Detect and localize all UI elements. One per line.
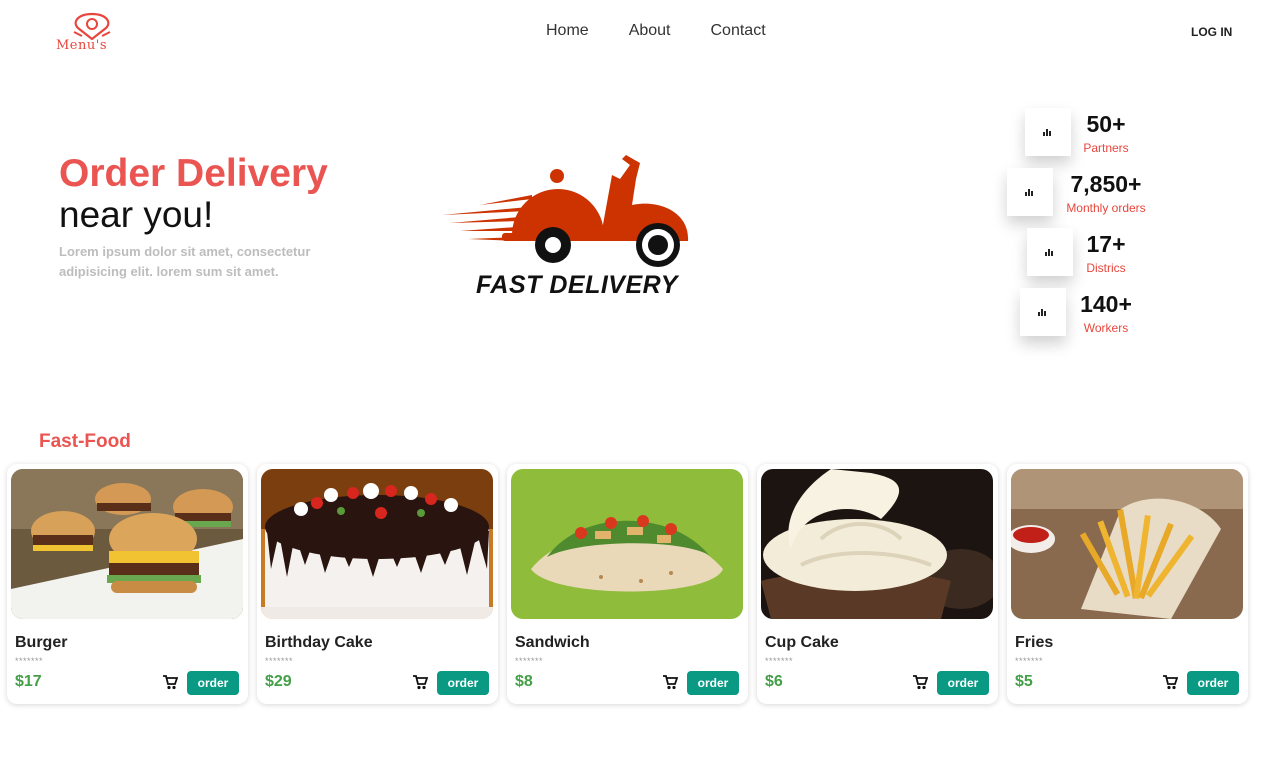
hero-subtitle: near you! bbox=[59, 194, 214, 235]
login-link[interactable]: LOG IN bbox=[1191, 25, 1232, 39]
food-card-burger[interactable]: Burger ******* $17 order bbox=[7, 464, 248, 704]
food-price: $17 bbox=[15, 673, 42, 690]
food-price: $8 bbox=[515, 673, 533, 690]
cart-icon[interactable] bbox=[662, 675, 678, 690]
food-price: $6 bbox=[765, 673, 783, 690]
logo-text-value: Menu's bbox=[56, 38, 107, 53]
order-button[interactable]: order bbox=[937, 671, 989, 695]
food-card-cup-cake[interactable]: Cup Cake ******* $6 order bbox=[757, 464, 998, 704]
main-nav: Home About Contact bbox=[546, 22, 766, 40]
sandwich-image bbox=[511, 469, 743, 619]
nav-about[interactable]: About bbox=[629, 22, 671, 40]
stat-label-districts: Districs bbox=[1086, 261, 1126, 275]
food-card-sandwich[interactable]: Sandwich ******* $8 order bbox=[507, 464, 748, 704]
order-button[interactable]: order bbox=[687, 671, 739, 695]
food-name: Burger bbox=[15, 634, 68, 651]
food-rating: ******* bbox=[265, 656, 294, 666]
food-card-fries[interactable]: Fries ******* $5 order bbox=[1007, 464, 1248, 704]
location-pin-icon bbox=[73, 12, 111, 40]
cart-icon[interactable] bbox=[912, 675, 928, 690]
food-name: Birthday Cake bbox=[265, 634, 373, 651]
order-button[interactable]: order bbox=[187, 671, 239, 695]
food-card-birthday-cake[interactable]: Birthday Cake ******* $29 order bbox=[257, 464, 498, 704]
food-rating: ******* bbox=[15, 656, 44, 666]
food-name: Fries bbox=[1015, 634, 1054, 651]
delivery-scooter-icon bbox=[442, 155, 689, 267]
section-title-fast-food: Fast-Food bbox=[39, 431, 131, 452]
fast-delivery-label: FAST DELIVERY bbox=[476, 271, 678, 299]
food-price: $5 bbox=[1015, 673, 1033, 690]
brand-logo[interactable]: Menu's bbox=[56, 12, 128, 54]
fries-image bbox=[1011, 469, 1243, 619]
cart-icon[interactable] bbox=[162, 675, 178, 690]
birthday-cake-image bbox=[261, 469, 493, 619]
order-button[interactable]: order bbox=[437, 671, 489, 695]
stat-value-monthly-orders: 7,850+ bbox=[1070, 171, 1142, 197]
nav-contact[interactable]: Contact bbox=[711, 22, 766, 40]
food-rating: ******* bbox=[515, 656, 544, 666]
stat-value-workers: 140+ bbox=[1080, 291, 1132, 317]
food-rating: ******* bbox=[1015, 656, 1044, 666]
food-name: Cup Cake bbox=[765, 634, 839, 651]
burger-image bbox=[11, 469, 243, 619]
food-name: Sandwich bbox=[515, 634, 590, 651]
food-rating: ******* bbox=[765, 656, 794, 666]
stat-label-partners: Partners bbox=[1083, 141, 1129, 155]
order-button[interactable]: order bbox=[1187, 671, 1239, 695]
nav-home[interactable]: Home bbox=[546, 22, 589, 40]
stat-value-districts: 17+ bbox=[1086, 231, 1126, 257]
hero-title: Order Delivery bbox=[59, 152, 328, 195]
cart-icon[interactable] bbox=[412, 675, 428, 690]
food-price: $29 bbox=[265, 673, 292, 690]
hero-description: Lorem ipsum dolor sit amet, consectetur … bbox=[59, 244, 311, 279]
cup-cake-image bbox=[761, 469, 993, 619]
fast-delivery-illustration: FAST DELIVERY bbox=[440, 145, 700, 305]
logo-text: Menu's bbox=[56, 38, 107, 53]
stat-value-partners: 50+ bbox=[1086, 111, 1126, 137]
stat-label-monthly-orders: Monthly orders bbox=[1066, 201, 1146, 215]
stat-label-workers: Workers bbox=[1083, 321, 1129, 335]
cart-icon[interactable] bbox=[1162, 675, 1178, 690]
bar-chart-icon bbox=[1025, 189, 1033, 196]
